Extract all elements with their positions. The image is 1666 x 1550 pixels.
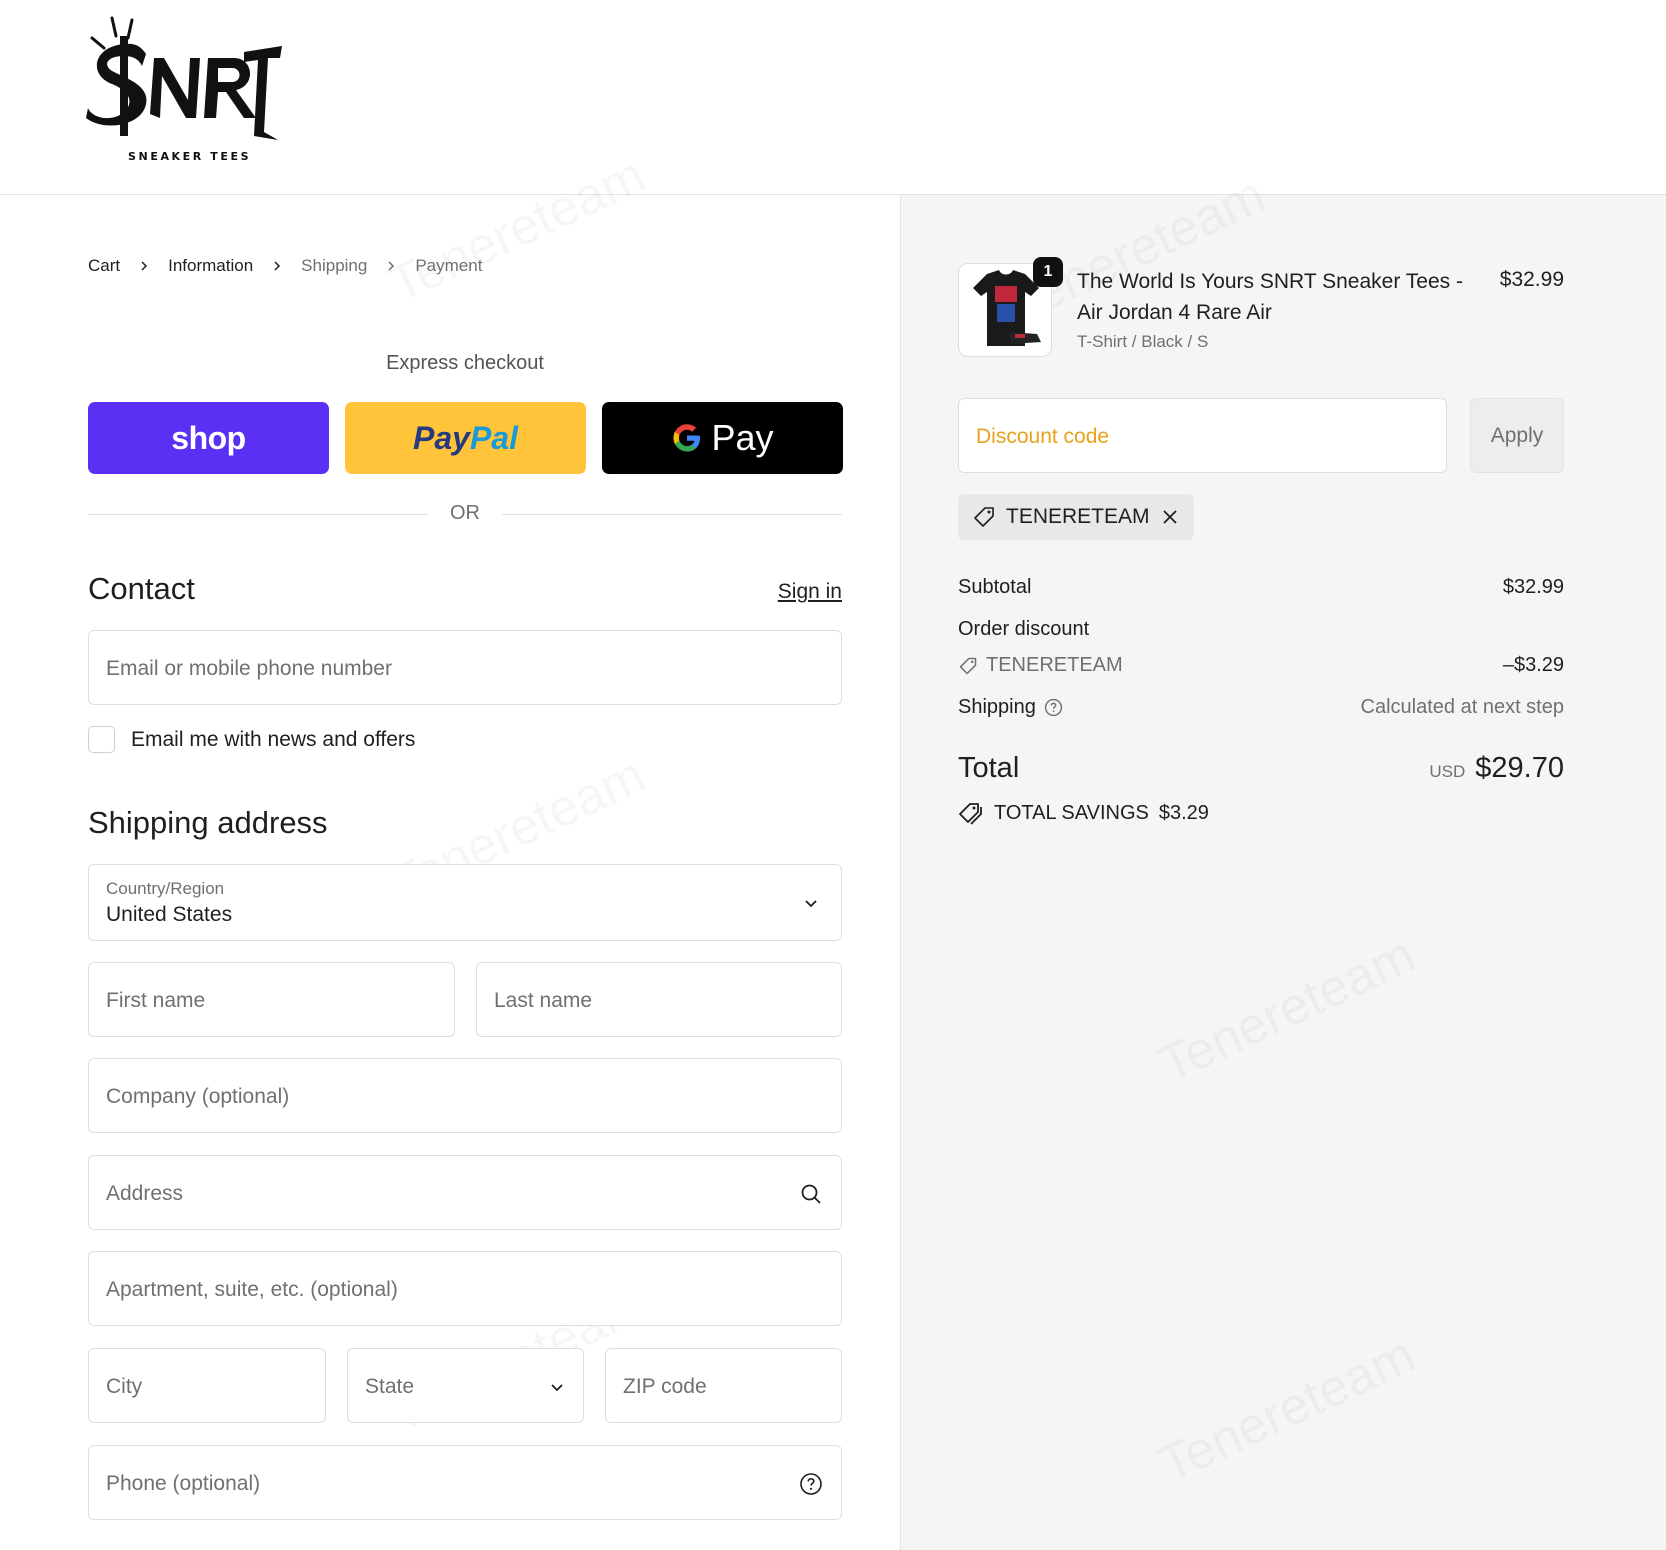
country-select[interactable]: Country/Region United States (88, 864, 842, 941)
newsletter-checkbox[interactable] (88, 726, 115, 753)
city-placeholder: City (106, 1375, 143, 1398)
applied-discount-chip: TENERETEAM (958, 494, 1194, 540)
order-discount-label: Order discount (958, 618, 1090, 640)
help-circle-icon[interactable] (1044, 698, 1063, 717)
or-divider: OR (88, 502, 842, 526)
state-select[interactable]: State (347, 1348, 584, 1423)
tag-icon (974, 507, 994, 527)
company-placeholder: Company (optional) (106, 1085, 290, 1108)
order-discount-value: –$3.29 (1502, 654, 1564, 676)
shipping-value: Calculated at next step (1360, 696, 1564, 718)
subtotal-label: Subtotal (958, 576, 1032, 598)
last-name-field[interactable]: Last name (476, 962, 842, 1037)
total-currency: USD (1429, 762, 1466, 781)
total-value: USD $29.70 (1429, 752, 1564, 785)
quantity-badge: 1 (1033, 257, 1063, 287)
tags-icon (959, 803, 982, 825)
zip-field[interactable]: ZIP code (605, 1348, 842, 1423)
header: SNEAKER TEES (0, 0, 1666, 195)
logo-subtitle: SNEAKER TEES (128, 150, 252, 163)
company-field[interactable]: Company (optional) (88, 1058, 842, 1133)
country-value: United States (106, 903, 233, 926)
state-placeholder: State (365, 1375, 415, 1398)
first-name-field[interactable]: First name (88, 962, 455, 1037)
newsletter-label: Email me with news and offers (131, 727, 416, 751)
chevron-down-icon (805, 900, 817, 908)
snrt-logo[interactable] (84, 14, 284, 164)
help-circle-icon[interactable] (799, 1472, 823, 1496)
breadcrumb-information: Information (168, 256, 254, 275)
phone-placeholder: Phone (optional) (106, 1472, 261, 1495)
product-name: The World Is Yours SNRT Sneaker Tees - A… (1077, 270, 1463, 324)
google-pay-label: Pay (671, 417, 774, 459)
breadcrumb: Cart Information Shipping Payment (88, 256, 482, 276)
paypal-button[interactable]: PayPal (345, 402, 586, 474)
shipping-row: Shipping Calculated at next step (958, 696, 1564, 719)
chevron-down-icon (551, 1384, 563, 1392)
total-amount: $29.70 (1475, 752, 1564, 784)
order-discount-code: TENERETEAM (958, 654, 1564, 677)
phone-field[interactable]: Phone (optional) (88, 1445, 842, 1520)
subtotal-row: Subtotal $32.99 (958, 576, 1564, 599)
paypal-label: PayPal (413, 419, 518, 456)
subtotal-value: $32.99 (1502, 576, 1564, 598)
city-field[interactable]: City (88, 1348, 326, 1423)
search-icon (801, 1184, 821, 1204)
chevron-right-icon (274, 261, 281, 271)
email-placeholder: Email or mobile phone number (106, 657, 392, 680)
divider-line (502, 514, 842, 515)
express-checkout-title: Express checkout (386, 352, 544, 374)
contact-title: Contact (88, 571, 195, 606)
discount-code-input[interactable]: Discount code (958, 398, 1447, 473)
shop-pay-button[interactable]: shop (88, 402, 329, 474)
sign-in-link[interactable]: Sign in (778, 580, 842, 604)
breadcrumb-shipping: Shipping (301, 256, 368, 275)
product-variant: T-Shirt / Black / S (1077, 332, 1209, 351)
breadcrumb-cart[interactable]: Cart (88, 256, 120, 276)
order-discount-row: Order discount (958, 618, 1564, 641)
chevron-right-icon (141, 261, 148, 271)
discount-placeholder: Discount code (976, 425, 1110, 448)
google-g-icon (673, 424, 701, 452)
address-placeholder: Address (106, 1182, 184, 1205)
total-savings: TOTAL SAVINGS $3.29 (958, 801, 1209, 825)
email-field[interactable]: Email or mobile phone number (88, 630, 842, 705)
breadcrumb-payment: Payment (415, 256, 483, 275)
tag-icon (959, 657, 977, 674)
last-name-placeholder: Last name (494, 989, 593, 1012)
apartment-placeholder: Apartment, suite, etc. (optional) (106, 1278, 398, 1301)
savings-value: $3.29 (1158, 801, 1209, 824)
apartment-field[interactable]: Apartment, suite, etc. (optional) (88, 1251, 842, 1326)
close-icon[interactable] (1160, 507, 1180, 527)
country-label: Country/Region (106, 879, 225, 898)
first-name-placeholder: First name (106, 989, 206, 1012)
savings-label: TOTAL SAVINGS (994, 801, 1149, 824)
product-price: $32.99 (1499, 268, 1564, 291)
applied-code-label: TENERETEAM (1006, 505, 1150, 528)
newsletter-checkbox-row[interactable]: Email me with news and offers (88, 726, 415, 753)
shop-pay-label: shop (171, 419, 246, 456)
apply-discount-button[interactable]: Apply (1470, 398, 1564, 473)
order-discount-code-row: TENERETEAM –$3.29 (958, 654, 1564, 677)
total-label: Total (958, 752, 1020, 784)
chevron-right-icon (388, 261, 395, 271)
google-pay-button[interactable]: Pay (602, 402, 843, 474)
zip-placeholder: ZIP code (623, 1375, 707, 1398)
shipping-address-title: Shipping address (88, 805, 328, 840)
address-field[interactable]: Address (88, 1155, 842, 1230)
